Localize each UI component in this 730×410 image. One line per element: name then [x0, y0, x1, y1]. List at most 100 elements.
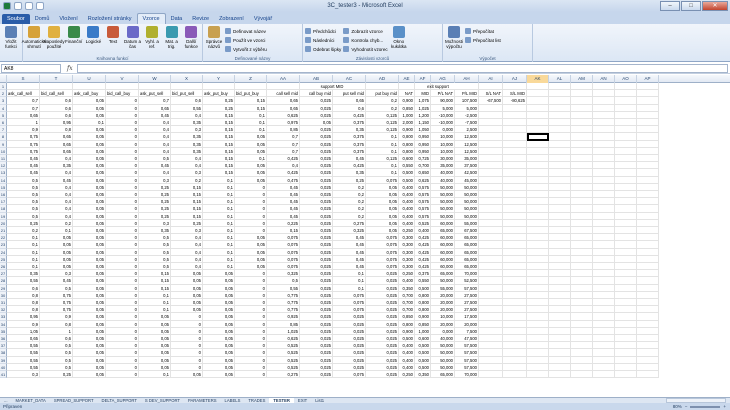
table-cell[interactable]: 0: [106, 299, 139, 307]
table-cell[interactable]: [479, 191, 503, 199]
table-cell[interactable]: 0,1: [203, 227, 235, 235]
row-header-32[interactable]: 32: [0, 306, 7, 314]
table-cell[interactable]: 0,1: [203, 205, 235, 213]
cell-empty[interactable]: [637, 198, 659, 206]
table-cell[interactable]: 0,5: [139, 248, 171, 256]
table-cell[interactable]: 0: [171, 335, 203, 343]
table-cell[interactable]: 0,1: [40, 227, 73, 235]
table-cell[interactable]: 0,400: [399, 342, 415, 350]
table-cell[interactable]: [479, 234, 503, 242]
table-cell[interactable]: 50,000: [431, 205, 455, 213]
table-cell[interactable]: 0: [235, 320, 267, 328]
table-cell[interactable]: 0: [106, 147, 139, 155]
table-cell[interactable]: 10,000: [431, 313, 455, 321]
table-cell[interactable]: 0,250: [399, 227, 415, 235]
row-header-3[interactable]: 3: [0, 97, 7, 105]
cell-empty[interactable]: [637, 147, 659, 155]
cell-empty[interactable]: [571, 241, 593, 249]
table-cell[interactable]: 0,45: [7, 155, 40, 163]
table-cell[interactable]: 0,900: [399, 97, 415, 105]
table-cell[interactable]: 0,05: [203, 363, 235, 371]
cell-empty[interactable]: [549, 234, 571, 242]
cell-empty[interactable]: [571, 162, 593, 170]
cell-empty[interactable]: [549, 111, 571, 119]
column-title-9[interactable]: call buy mid: [300, 90, 333, 98]
table-cell[interactable]: [479, 205, 503, 213]
table-cell[interactable]: 0,05: [139, 335, 171, 343]
table-cell[interactable]: 65,000: [431, 371, 455, 379]
column-header-AO[interactable]: AO: [615, 75, 637, 83]
table-cell[interactable]: 0,700: [415, 162, 431, 170]
table-cell[interactable]: [479, 111, 503, 119]
cell-empty[interactable]: [593, 155, 615, 163]
table-cell[interactable]: 0,025: [300, 162, 333, 170]
cell-empty[interactable]: [571, 320, 593, 328]
table-cell[interactable]: 50,000: [431, 342, 455, 350]
table-cell[interactable]: 0: [106, 183, 139, 191]
row-header-25[interactable]: 25: [0, 255, 7, 263]
table-cell[interactable]: 0,025: [333, 335, 366, 343]
cell-empty[interactable]: [593, 183, 615, 191]
table-cell[interactable]: [503, 205, 527, 213]
table-cell[interactable]: 0,05: [171, 270, 203, 278]
cell-empty[interactable]: [593, 284, 615, 292]
table-cell[interactable]: 0,025: [300, 155, 333, 163]
row-header-20[interactable]: 20: [0, 219, 7, 227]
table-cell[interactable]: 0,45: [333, 155, 366, 163]
table-cell[interactable]: 20,000: [431, 306, 455, 314]
table-cell[interactable]: 0,05: [73, 169, 106, 177]
cell-empty[interactable]: [593, 277, 615, 285]
cell-empty[interactable]: [549, 291, 571, 299]
cell-empty[interactable]: [637, 212, 659, 220]
tab-6[interactable]: Revize: [187, 14, 214, 24]
table-cell[interactable]: 0: [171, 327, 203, 335]
table-cell[interactable]: 0,45: [333, 234, 366, 242]
table-cell[interactable]: 0: [235, 342, 267, 350]
cell-empty[interactable]: [549, 198, 571, 206]
table-cell[interactable]: 0,575: [415, 183, 431, 191]
table-cell[interactable]: 0,975: [267, 119, 300, 127]
table-cell[interactable]: 0,775: [267, 306, 300, 314]
cell-empty[interactable]: [637, 119, 659, 127]
table-cell[interactable]: 0,025: [366, 313, 399, 321]
table-cell[interactable]: 0,6: [7, 284, 40, 292]
table-cell[interactable]: 0,000: [431, 327, 455, 335]
tab-3[interactable]: Rozložení stránky: [83, 14, 137, 24]
cell-empty[interactable]: [571, 111, 593, 119]
table-cell[interactable]: 0,425: [415, 241, 431, 249]
table-cell[interactable]: 0,5: [40, 349, 73, 357]
table-cell[interactable]: 0,05: [203, 371, 235, 379]
table-cell[interactable]: 0,2: [366, 104, 399, 112]
table-cell[interactable]: [479, 212, 503, 220]
cell-empty[interactable]: [527, 320, 549, 328]
cell-empty[interactable]: [593, 263, 615, 271]
table-cell[interactable]: 0,15: [139, 277, 171, 285]
cell-empty[interactable]: [503, 83, 527, 91]
column-title-14[interactable]: P/L NAT: [431, 90, 455, 98]
row-header-1[interactable]: 1: [0, 83, 7, 91]
table-cell[interactable]: 0,75: [40, 291, 73, 299]
table-cell[interactable]: 65,000: [431, 227, 455, 235]
row-header-35[interactable]: 35: [0, 327, 7, 335]
table-cell[interactable]: 0,125: [366, 126, 399, 134]
table-cell[interactable]: 0,65: [333, 97, 366, 105]
table-cell[interactable]: 0,3: [139, 219, 171, 227]
table-cell[interactable]: 0,2: [333, 205, 366, 213]
table-cell[interactable]: 0,3: [7, 371, 40, 379]
table-cell[interactable]: 0,025: [300, 191, 333, 199]
table-cell[interactable]: 0,05: [203, 306, 235, 314]
table-cell[interactable]: 0,075: [366, 176, 399, 184]
cell-empty[interactable]: [593, 227, 615, 235]
cell-empty[interactable]: [73, 83, 106, 91]
cell-empty[interactable]: [615, 356, 637, 364]
column-header-V[interactable]: V: [106, 75, 139, 83]
support-mid-label[interactable]: support MID: [267, 83, 399, 91]
column-title-5[interactable]: bid_put_sell: [171, 90, 203, 98]
table-cell[interactable]: 0,4: [40, 155, 73, 163]
column-title-7[interactable]: bid_put_buy: [235, 90, 267, 98]
table-cell[interactable]: 57,500: [455, 342, 479, 350]
table-cell[interactable]: [479, 227, 503, 235]
table-cell[interactable]: 40,000: [431, 169, 455, 177]
table-cell[interactable]: 0,15: [203, 162, 235, 170]
table-cell[interactable]: 0,500: [415, 342, 431, 350]
